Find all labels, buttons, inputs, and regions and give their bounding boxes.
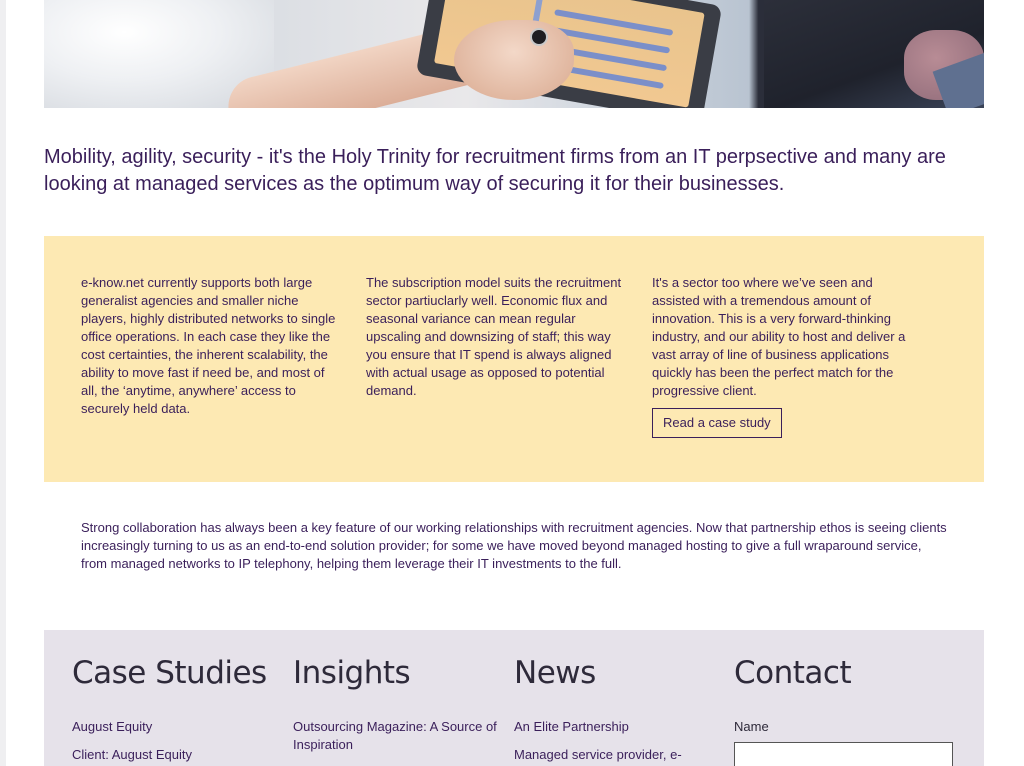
intro-statement: Mobility, agility, security - it's the H…: [44, 146, 946, 195]
footer-contact-heading: Contact: [734, 655, 852, 691]
hero-hand-shape: [454, 20, 574, 100]
read-case-study-button[interactable]: Read a case study: [652, 408, 782, 438]
footer: Case Studies August Equity Client: Augus…: [44, 630, 984, 766]
footer-news: News An Elite Partnership Managed servic…: [514, 654, 724, 766]
hero-image: [44, 0, 984, 108]
contact-name-input[interactable]: [734, 742, 953, 766]
highlight-column-1: e-know.net currently supports both large…: [81, 275, 336, 416]
footer-case-studies: Case Studies August Equity Client: Augus…: [72, 654, 282, 766]
news-link[interactable]: Managed service provider, e-: [514, 746, 724, 764]
footer-insights: Insights Outsourcing Magazine: A Source …: [293, 654, 503, 764]
news-link[interactable]: An Elite Partnership: [514, 718, 724, 736]
page-left-edge: [0, 0, 6, 766]
collaboration-paragraph: Strong collaboration has always been a k…: [81, 520, 947, 571]
footer-news-heading: News: [514, 655, 596, 691]
footer-insights-heading: Insights: [293, 655, 411, 691]
contact-name-label: Name: [734, 719, 769, 734]
highlight-column-2: The subscription model suits the recruit…: [366, 275, 622, 398]
recruitment-highlights-section: e-know.net currently supports both large…: [44, 236, 984, 482]
insight-link[interactable]: Outsourcing Magazine: A Source of Inspir…: [293, 718, 503, 754]
footer-contact: Contact Name: [734, 654, 953, 766]
highlight-column-3: It's a sector too where we’ve seen and a…: [652, 274, 914, 438]
hero-ring-shape: [530, 28, 548, 46]
case-study-link[interactable]: Client: August Equity: [72, 746, 282, 764]
footer-case-studies-heading: Case Studies: [72, 655, 267, 691]
case-study-link[interactable]: August Equity: [72, 718, 282, 736]
highlight-column-3-text: It's a sector too where we’ve seen and a…: [652, 275, 906, 398]
